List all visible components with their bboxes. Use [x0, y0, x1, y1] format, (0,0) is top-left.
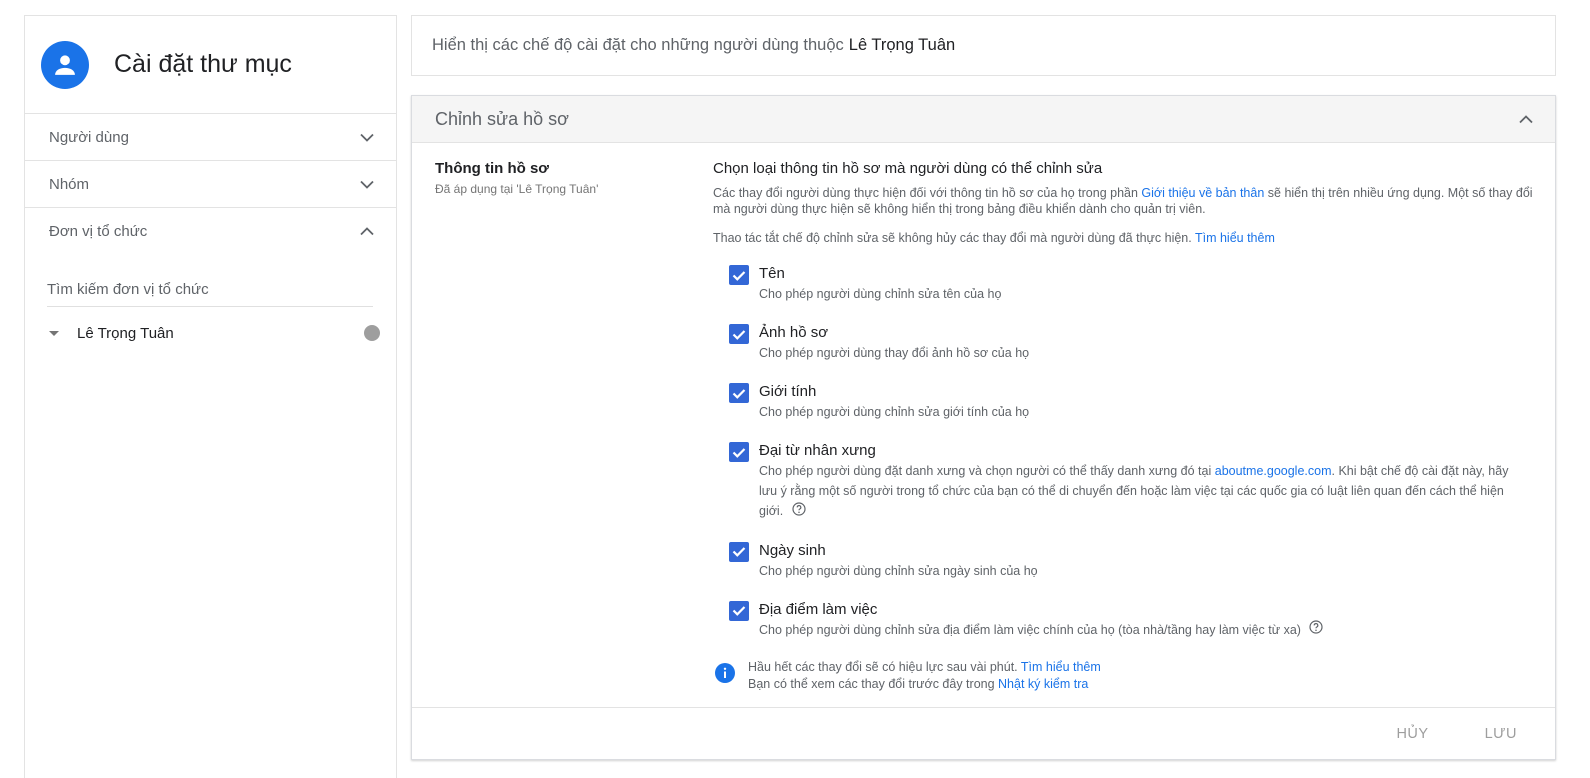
sidebar-item-groups[interactable]: Nhóm [25, 161, 396, 208]
option-label: Giới tính [759, 383, 817, 400]
sidebar-item-label: Người dùng [49, 128, 129, 146]
banner-org-name: Lê Trọng Tuân [848, 36, 956, 54]
check-icon [732, 329, 746, 340]
info-text-line: Hầu hết các thay đổi sẽ có hiệu lực sau … [748, 660, 1018, 675]
help-icon[interactable] [1309, 620, 1324, 640]
option-label: Ảnh hồ sơ [759, 324, 829, 341]
card-body: Thông tin hồ sơ Đã áp dụng tại 'Lê Trọng… [412, 143, 1555, 708]
profile-editing-card: Chỉnh sửa hồ sơ Thông tin hồ sơ Đã áp dụ… [411, 95, 1556, 760]
check-icon [732, 388, 746, 399]
sidebar-item-label: Nhóm [49, 175, 90, 193]
sidebar-header: Cài đặt thư mục [25, 16, 396, 114]
option-label: Tên [759, 265, 785, 282]
desc-text: Cho phép người dùng chỉnh sửa địa điểm l… [759, 622, 1301, 637]
chevron-down-icon [360, 130, 374, 144]
option-label: Địa điểm làm việc [759, 600, 878, 618]
check-icon [732, 547, 746, 558]
card-header[interactable]: Chỉnh sửa hồ sơ [412, 96, 1555, 143]
info-text-line: Bạn có thể xem các thay đổi trước đây tr… [748, 677, 995, 692]
profile-photo-checkbox[interactable] [729, 324, 749, 344]
learn-more-link[interactable]: Tìm hiểu thêm [1195, 231, 1275, 245]
desc-text: Cho phép người dùng đặt danh xưng và chọ… [759, 464, 1212, 478]
option-description: Cho phép người dùng chỉnh sửa địa điểm l… [759, 620, 1324, 641]
cancel-button[interactable]: HỦY [1396, 726, 1428, 742]
sidebar: Cài đặt thư mục Người dùng Nhóm Đơn vị t… [24, 15, 397, 778]
option-work-location: Địa điểm làm việc Cho phép người dùng ch… [729, 600, 1533, 641]
settings-heading: Chọn loại thông tin hồ sơ mà người dùng … [713, 160, 1103, 177]
option-profile-photo: Ảnh hồ sơ Cho phép người dùng thay đổi ả… [729, 323, 1533, 363]
sidebar-item-org-units[interactable]: Đơn vị tổ chức [25, 208, 396, 255]
check-icon [732, 270, 746, 281]
about-me-link[interactable]: Giới thiệu về bản thân [1141, 186, 1264, 200]
org-unit-label: Lê Trọng Tuân [77, 324, 174, 342]
option-description: Cho phép người dùng chỉnh sửa giới tính … [759, 405, 1030, 419]
option-label: Ngày sinh [759, 541, 826, 559]
person-icon [41, 40, 89, 89]
sidebar-title: Cài đặt thư mục [114, 50, 292, 78]
sidebar-item-users[interactable]: Người dùng [25, 114, 396, 161]
aboutme-link[interactable]: aboutme.google.com [1215, 464, 1332, 478]
option-description: Cho phép người dùng chỉnh sửa tên của họ [759, 287, 1002, 301]
birthday-checkbox[interactable] [729, 541, 749, 562]
save-button[interactable]: LƯU [1485, 726, 1517, 742]
note-text: Thao tác tắt chế độ chỉnh sửa sẽ không h… [713, 231, 1192, 245]
audit-log-link[interactable]: Nhật ký kiểm tra [998, 677, 1088, 691]
org-unit-status-dot [364, 325, 380, 341]
pronouns-checkbox[interactable] [729, 442, 749, 462]
section-subtitle: Đã áp dụng tại 'Lê Trọng Tuân' [435, 182, 599, 196]
check-icon [732, 447, 746, 458]
section-label-column: Thông tin hồ sơ Đã áp dụng tại 'Lê Trọng… [435, 160, 695, 196]
check-icon [732, 606, 746, 617]
option-label: Đại từ nhân xưng [759, 442, 876, 459]
card-footer: HỦY LƯU [412, 707, 1555, 759]
section-title: Thông tin hồ sơ [435, 160, 549, 177]
gender-checkbox[interactable] [729, 383, 749, 403]
settings-column: Chọn loại thông tin hồ sơ mà người dùng … [713, 160, 1533, 693]
options-list: Tên Cho phép người dùng chỉnh sửa tên củ… [729, 264, 1533, 640]
settings-note: Thao tác tắt chế độ chỉnh sửa sẽ không h… [713, 230, 1533, 246]
chevron-up-icon[interactable] [1519, 112, 1533, 126]
sidebar-item-label: Đơn vị tổ chức [49, 223, 148, 240]
option-description: Cho phép người dùng thay đổi ảnh hồ sơ c… [759, 346, 1030, 360]
org-search-wrapper [47, 277, 373, 307]
option-description: Cho phép người dùng đặt danh xưng và chọ… [759, 461, 1529, 522]
option-pronouns: Đại từ nhân xưng Cho phép người dùng đặt… [729, 441, 1533, 522]
card-title: Chỉnh sửa hồ sơ [435, 108, 569, 129]
chevron-down-icon [360, 177, 374, 191]
learn-more-link[interactable]: Tìm hiểu thêm [1021, 660, 1101, 674]
option-name: Tên Cho phép người dùng chỉnh sửa tên củ… [729, 264, 1533, 304]
org-unit-row[interactable]: Lê Trọng Tuân [25, 321, 396, 345]
chevron-up-icon [360, 225, 374, 239]
name-checkbox[interactable] [729, 265, 749, 285]
option-description: Cho phép người dùng chỉnh sửa ngày sinh … [759, 563, 1038, 578]
settings-scope-banner: Hiển thị các chế độ cài đặt cho những ng… [411, 15, 1556, 76]
banner-prefix: Hiển thị các chế độ cài đặt cho những ng… [432, 36, 844, 54]
desc-text: Các thay đổi người dùng thực hiện đối vớ… [713, 186, 1138, 200]
work-location-checkbox[interactable] [729, 600, 749, 621]
option-birthday: Ngày sinh Cho phép người dùng chỉnh sửa … [729, 541, 1533, 581]
help-icon[interactable] [792, 502, 806, 522]
info-icon [715, 663, 735, 684]
org-unit-search-input[interactable] [47, 277, 373, 298]
option-gender: Giới tính Cho phép người dùng chỉnh sửa … [729, 382, 1533, 422]
info-note: Hầu hết các thay đổi sẽ có hiệu lực sau … [714, 659, 1533, 693]
settings-description: Các thay đổi người dùng thực hiện đối vớ… [713, 185, 1533, 217]
caret-down-icon[interactable] [49, 330, 59, 336]
